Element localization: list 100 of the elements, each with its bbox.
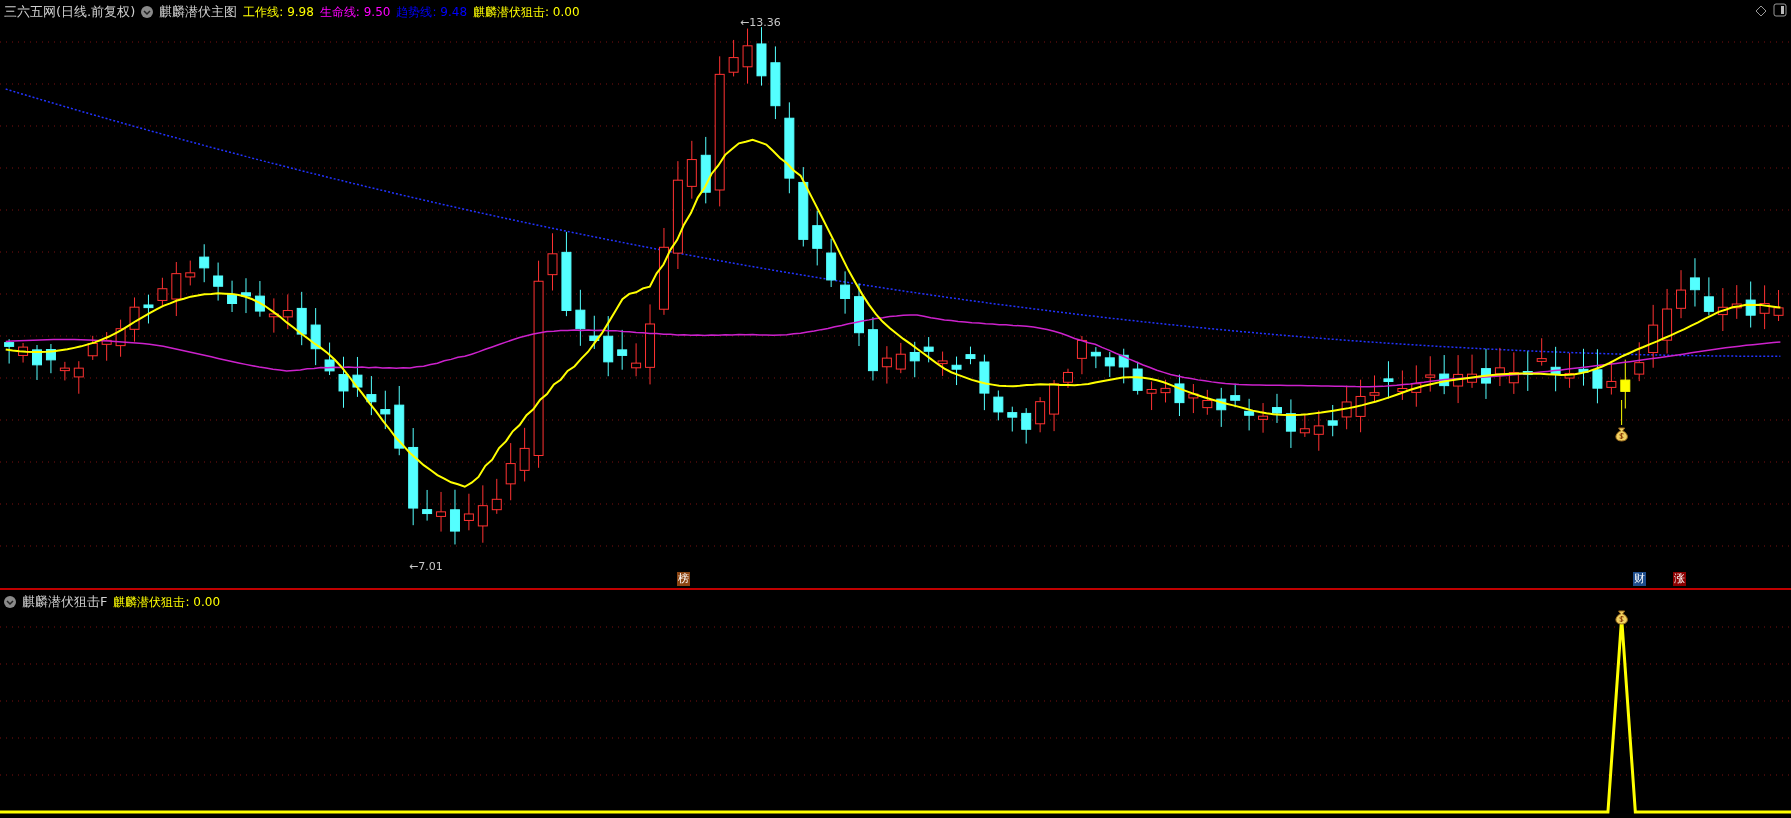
candlestick	[589, 315, 600, 350]
candlestick	[909, 341, 920, 378]
diamond-icon[interactable]	[1755, 5, 1767, 17]
candlestick	[1090, 346, 1101, 369]
candlestick	[617, 329, 628, 371]
candlestick	[1076, 335, 1087, 375]
candlestick	[171, 261, 182, 317]
dropdown-icon[interactable]	[4, 596, 16, 608]
candlestick	[519, 427, 530, 482]
candlestick	[1327, 404, 1338, 437]
candlestick	[1216, 387, 1227, 428]
candlestick	[1564, 352, 1575, 389]
candlestick	[979, 354, 990, 411]
panel-toggle-icon[interactable]	[1773, 3, 1787, 17]
candlestick	[1021, 407, 1032, 445]
candlestick	[1467, 354, 1478, 389]
candlestick	[1578, 348, 1589, 387]
candlestick	[73, 360, 84, 395]
candlestick	[1132, 361, 1143, 396]
candlestick	[199, 243, 210, 283]
candlestick	[1439, 354, 1450, 395]
candlestick	[380, 390, 391, 430]
candlestick	[338, 356, 349, 409]
event-badge[interactable]: 涨	[1673, 572, 1686, 586]
candlestick	[505, 442, 516, 501]
candlestick	[854, 283, 864, 347]
candlestick	[1007, 406, 1018, 432]
indicator-name: 麒麟潜伏狙击F	[22, 593, 108, 611]
candlestick	[1550, 346, 1561, 392]
candlestick	[631, 342, 642, 377]
candlestick	[157, 277, 168, 307]
candlestick	[213, 262, 224, 302]
candlestick	[87, 335, 98, 361]
event-badge[interactable]: 财	[1633, 572, 1646, 586]
candlestick	[4, 338, 15, 365]
candlestick	[867, 316, 878, 381]
candlestick	[1648, 304, 1659, 369]
candlestick	[282, 293, 293, 330]
candlestick	[937, 351, 948, 377]
candlestick	[881, 345, 892, 385]
candlestick	[1689, 257, 1700, 307]
candlestick	[812, 210, 823, 266]
candlestick	[463, 493, 474, 531]
candlestick	[686, 140, 697, 200]
indicator-value: 麒麟潜伏狙击: 0.00	[473, 3, 580, 21]
indicator-value: 生命线: 9.50	[319, 3, 391, 21]
candlestick	[1383, 360, 1394, 400]
candlestick	[1453, 354, 1464, 404]
candlestick	[1369, 374, 1380, 402]
event-badge[interactable]: 榜	[677, 572, 690, 586]
candlestick	[1676, 269, 1686, 319]
indicator-value: 趋势线: 9.48	[396, 3, 467, 21]
candlestick	[1160, 379, 1171, 403]
candlestick	[603, 315, 614, 377]
candlestick	[1174, 374, 1185, 417]
candlestick	[1035, 396, 1046, 433]
candlestick	[254, 280, 265, 318]
dropdown-icon[interactable]	[141, 6, 154, 18]
candlestick	[1759, 284, 1770, 330]
candlestick	[1258, 402, 1269, 434]
candlestick	[45, 343, 56, 374]
indicator-name: 麒麟潜伏主图	[159, 3, 238, 21]
candlestick	[547, 232, 558, 291]
candlestick	[826, 238, 837, 288]
candlestick	[491, 478, 502, 515]
candlestick	[227, 280, 238, 313]
candlestick	[1425, 355, 1436, 393]
candlestick	[1773, 289, 1784, 322]
candlestick	[1480, 348, 1491, 400]
candlestick	[241, 277, 251, 314]
candlestick	[1244, 398, 1255, 431]
candlestick	[449, 489, 460, 545]
candlestick	[366, 375, 377, 416]
candlestick	[1188, 383, 1199, 414]
candlestick	[268, 297, 279, 334]
candlestick	[477, 484, 488, 544]
candlestick	[993, 390, 1004, 421]
candlestick	[1285, 398, 1296, 449]
candlestick	[1411, 364, 1422, 408]
candlestick	[1049, 379, 1060, 432]
candlestick	[1299, 413, 1310, 438]
candlestick	[575, 289, 586, 347]
candlestick	[1063, 368, 1073, 389]
stock-title: 三六五网(日线.前复权)	[4, 3, 136, 21]
candlestick	[1146, 381, 1157, 411]
candlestick	[1104, 351, 1115, 378]
candlestick	[1272, 393, 1282, 424]
candlestick	[324, 342, 335, 376]
candlestick	[728, 39, 739, 77]
candlestick	[1313, 410, 1324, 452]
candlestick	[1592, 348, 1603, 404]
candlestick	[1717, 287, 1728, 332]
candlestick	[1731, 284, 1742, 320]
candlestick	[296, 291, 307, 346]
candlestick	[32, 344, 42, 381]
price-label: ←13.36	[740, 16, 781, 29]
candlestick	[1703, 276, 1714, 316]
candlestick	[143, 294, 154, 324]
candlestick	[1494, 347, 1505, 387]
candlestick	[422, 489, 433, 522]
